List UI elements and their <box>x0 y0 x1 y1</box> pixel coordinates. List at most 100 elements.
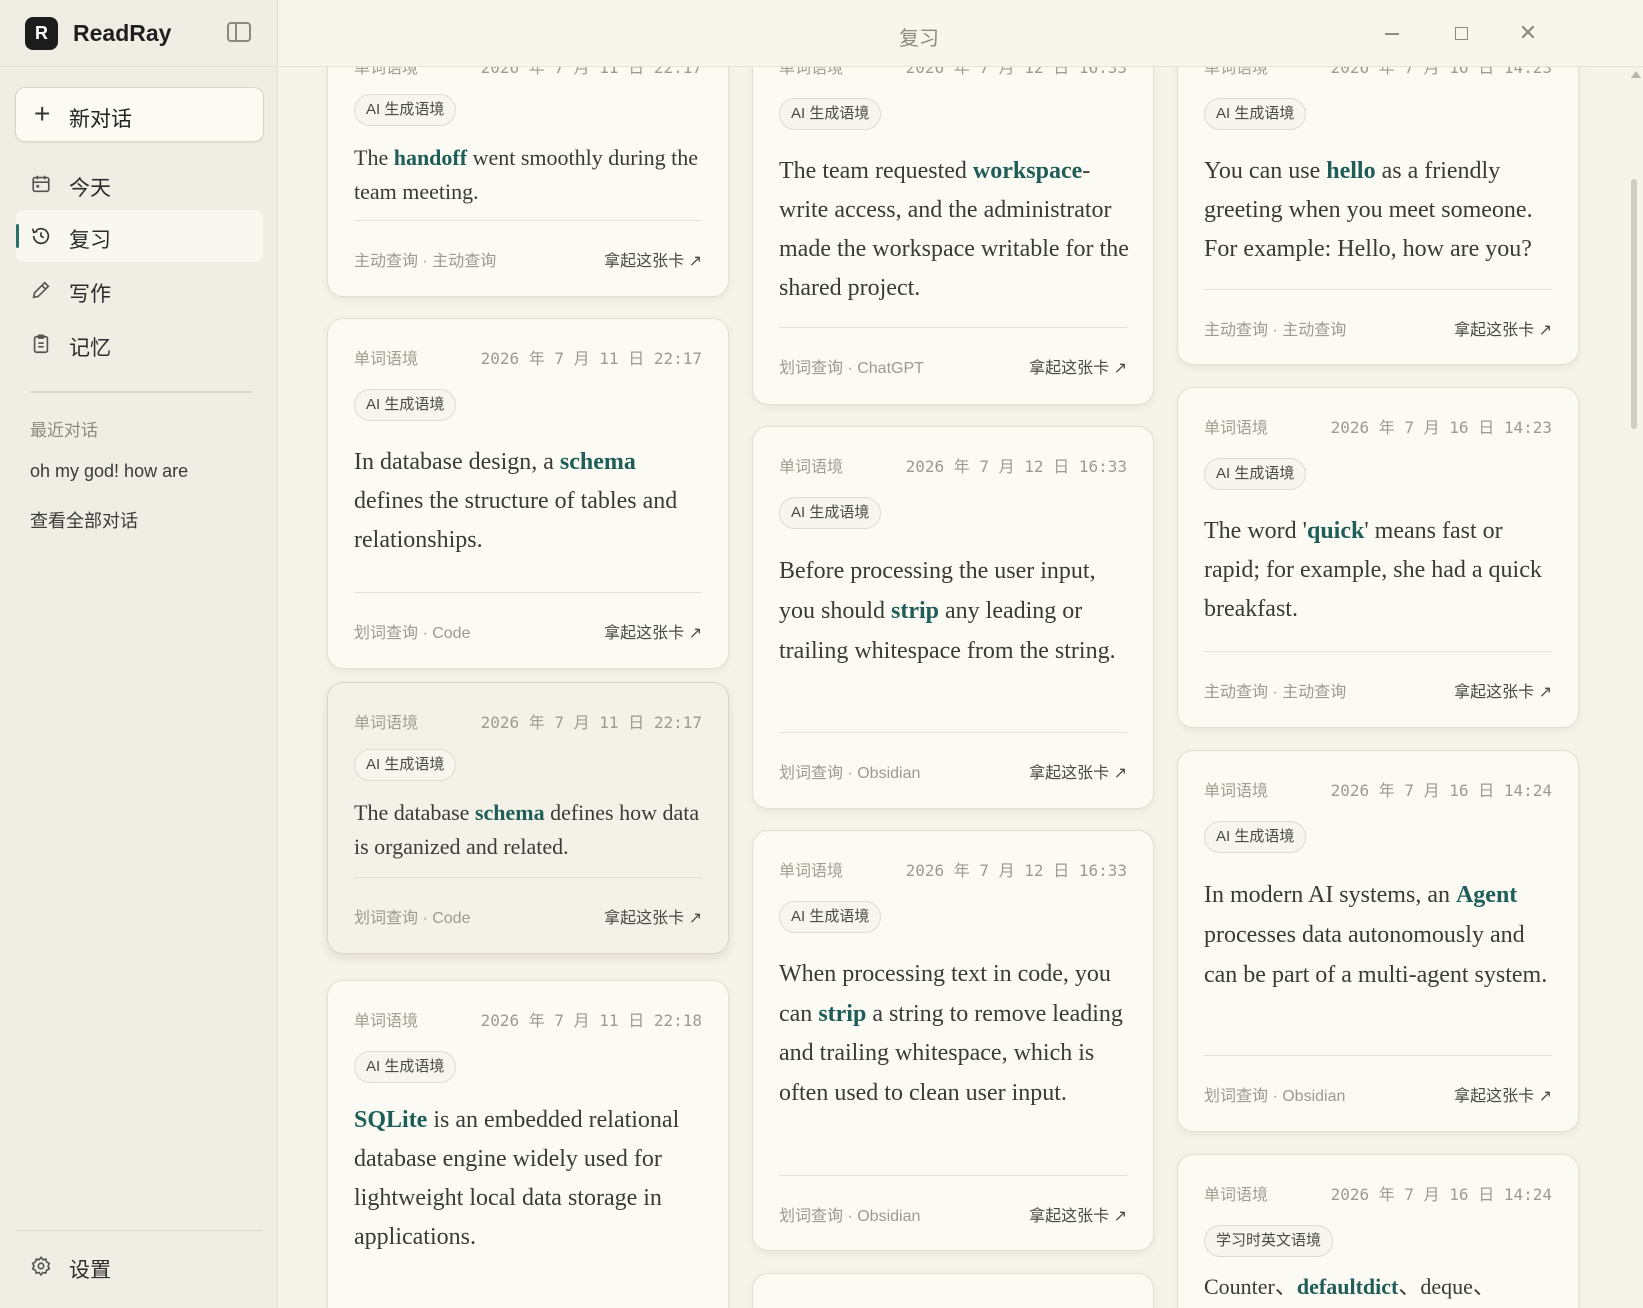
gear-icon <box>31 1255 51 1277</box>
card-date: 2026 年 7 月 16 日 14:24 <box>1330 781 1552 800</box>
card-type: 单词语境 <box>1204 67 1269 77</box>
card-footer: 划词查询 · Obsidian 拿起这张卡 ↗ <box>779 732 1127 783</box>
scrollbar[interactable] <box>1628 67 1641 1308</box>
card-date: 2026 年 7 月 12 日 16:33 <box>905 67 1127 77</box>
card-date: 2026 年 7 月 11 日 22:17 <box>480 349 702 368</box>
card-date: 2026 年 7 月 16 日 14:23 <box>1330 418 1552 437</box>
card-type: 单词语境 <box>354 351 419 368</box>
review-card[interactable]: 单词语境 2026 年 7 月 16 日 14:23 AI 生成语境 You c… <box>1177 67 1579 365</box>
nav-item-memory[interactable]: 记忆 <box>16 318 263 370</box>
nav-label-review: 复习 <box>69 229 111 252</box>
view-all-conversations-link[interactable]: 查看全部对话 <box>30 507 138 533</box>
card-tag: AI 生成语境 <box>779 901 882 933</box>
history-icon <box>31 227 50 245</box>
calendar-icon <box>32 175 50 193</box>
card-date: 2026 年 7 月 11 日 22:18 <box>480 1011 702 1030</box>
card-sentence: The word 'quick' means fast or rapid; fo… <box>1204 518 1542 622</box>
pick-card-button[interactable]: 拿起这张卡 ↗ <box>1029 354 1127 378</box>
card-meta: 单词语境 2026 年 7 月 16 日 14:24 <box>1204 1181 1552 1204</box>
card-tag: AI 生成语境 <box>354 749 457 781</box>
review-card-selected[interactable]: 单词语境 2026 年 7 月 11 日 22:17 AI 生成语境 The d… <box>327 682 729 954</box>
card-tag: AI 生成语境 <box>779 497 882 529</box>
page-title: 复习 <box>899 28 939 50</box>
nav-item-today[interactable]: 今天 <box>16 158 263 210</box>
pick-card-button[interactable]: 拿起这张卡 ↗ <box>1454 1082 1552 1106</box>
card-tag: AI 生成语境 <box>354 1051 457 1083</box>
scroll-up-arrow-icon[interactable] <box>1631 71 1641 78</box>
card-source: 划词查询 · Code <box>354 625 471 642</box>
recent-conversation-item[interactable]: oh my god! how are <box>30 461 188 482</box>
nav-label-memory: 记忆 <box>69 337 111 360</box>
card-footer: 划词查询 · Code 拿起这张卡 ↗ <box>354 877 702 928</box>
card-sentence: Counter、defaultdict、deque、 <box>1204 1274 1495 1299</box>
maximize-icon[interactable] <box>1448 20 1474 46</box>
card-meta: 单词语境 2026 年 7 月 12 日 16:33 <box>779 857 1127 880</box>
card-keyword: schema <box>559 449 636 475</box>
sidebar-divider <box>30 391 251 393</box>
card-source: 主动查询 · 主动查询 <box>1204 322 1347 339</box>
card-source: 主动查询 · 主动查询 <box>1204 684 1347 701</box>
pick-card-button[interactable]: 拿起这张卡 ↗ <box>1454 678 1552 702</box>
plus-icon: + <box>34 98 51 129</box>
pick-card-button[interactable]: 拿起这张卡 ↗ <box>1029 1202 1127 1226</box>
card-source: 划词查询 · Obsidian <box>779 765 921 782</box>
card-date: 2026 年 7 月 12 日 16:33 <box>905 861 1127 880</box>
pick-card-button[interactable]: 拿起这张卡 ↗ <box>604 619 702 643</box>
card-footer: 划词查询 · ChatGPT 拿起这张卡 ↗ <box>779 327 1127 378</box>
card-meta: 单词语境 2026 年 7 月 12 日 16:33 <box>779 67 1127 77</box>
review-card[interactable]: 单词语境 2026 年 7 月 16 日 14:24 AI 生成语境 In mo… <box>1177 750 1579 1132</box>
review-card[interactable]: 单词语境 2026 年 7 月 12 日 16:33 AI 生成语境 Befor… <box>752 426 1154 809</box>
nav-label-today: 今天 <box>69 177 111 200</box>
new-chat-button[interactable]: + 新对话 <box>15 87 264 142</box>
card-sentence: SQLite is an embedded relational databas… <box>354 1107 680 1250</box>
card-type: 单词语境 <box>1204 420 1269 437</box>
card-tag: 学习时英文语境 <box>1204 1225 1334 1257</box>
scrollbar-thumb[interactable] <box>1631 179 1637 429</box>
card-source: 划词查询 · Code <box>354 910 471 927</box>
pick-card-button[interactable]: 拿起这张卡 ↗ <box>1454 316 1552 340</box>
card-type: 单词语境 <box>354 1013 419 1030</box>
card-source: 主动查询 · 主动查询 <box>354 253 497 270</box>
settings-button[interactable]: 设置 <box>16 1244 263 1288</box>
review-card[interactable] <box>752 1273 1154 1308</box>
review-card[interactable]: 单词语境 2026 年 7 月 11 日 22:17 AI 生成语境 In da… <box>327 318 729 669</box>
card-footer: 划词查询 · Code 拿起这张卡 ↗ <box>354 592 702 643</box>
card-tag: AI 生成语境 <box>1204 821 1307 853</box>
nav-item-writing[interactable]: 写作 <box>16 264 263 316</box>
card-meta: 单词语境 2026 年 7 月 16 日 14:23 <box>1204 414 1552 437</box>
sidebar-toggle-icon[interactable] <box>227 22 251 42</box>
review-card[interactable]: 单词语境 2026 年 7 月 11 日 22:18 AI 生成语境 SQLit… <box>327 980 729 1308</box>
card-date: 2026 年 7 月 11 日 22:17 <box>480 713 702 732</box>
pick-card-button[interactable]: 拿起这张卡 ↗ <box>604 904 702 928</box>
new-chat-label: 新对话 <box>69 108 132 131</box>
review-card[interactable]: 单词语境 2026 年 7 月 12 日 16:33 AI 生成语境 The t… <box>752 67 1154 405</box>
card-meta: 单词语境 2026 年 7 月 16 日 14:23 <box>1204 67 1552 77</box>
main-area: 复习 ✕ 单词语境 2026 年 7 月 11 日 22:17 AI 生成语境 … <box>279 0 1643 1308</box>
card-tag: AI 生成语境 <box>354 389 457 421</box>
minimize-icon[interactable] <box>1379 20 1405 46</box>
app-logo: R <box>25 17 58 50</box>
card-keyword: schema <box>474 800 545 825</box>
card-type: 单词语境 <box>1204 1187 1269 1204</box>
settings-divider <box>16 1230 263 1231</box>
app-name: ReadRay <box>73 20 172 46</box>
card-keyword: handoff <box>393 145 468 170</box>
close-icon[interactable]: ✕ <box>1515 20 1541 46</box>
nav-item-review[interactable]: 复习 <box>16 210 263 262</box>
card-meta: 单词语境 2026 年 7 月 11 日 22:17 <box>354 709 702 732</box>
pick-card-button[interactable]: 拿起这张卡 ↗ <box>1029 759 1127 783</box>
pick-card-button[interactable]: 拿起这张卡 ↗ <box>604 247 702 271</box>
card-tag: AI 生成语境 <box>779 98 882 130</box>
title-bar: 复习 ✕ <box>279 0 1643 67</box>
card-meta: 单词语境 2026 年 7 月 16 日 14:24 <box>1204 777 1552 800</box>
card-type: 单词语境 <box>354 715 419 732</box>
review-card[interactable]: 单词语境 2026 年 7 月 11 日 22:17 AI 生成语境 The h… <box>327 67 729 297</box>
review-card[interactable]: 单词语境 2026 年 7 月 16 日 14:24 学习时英文语境 Count… <box>1177 1154 1579 1308</box>
card-type: 单词语境 <box>779 459 844 476</box>
card-sentence: You can use hello as a friendly greeting… <box>1204 158 1533 262</box>
review-card[interactable]: 单词语境 2026 年 7 月 12 日 16:33 AI 生成语境 When … <box>752 830 1154 1251</box>
card-date: 2026 年 7 月 16 日 14:23 <box>1330 67 1552 77</box>
card-type: 单词语境 <box>354 67 419 77</box>
review-card[interactable]: 单词语境 2026 年 7 月 16 日 14:23 AI 生成语境 The w… <box>1177 387 1579 728</box>
card-source: 划词查询 · Obsidian <box>1204 1088 1346 1105</box>
